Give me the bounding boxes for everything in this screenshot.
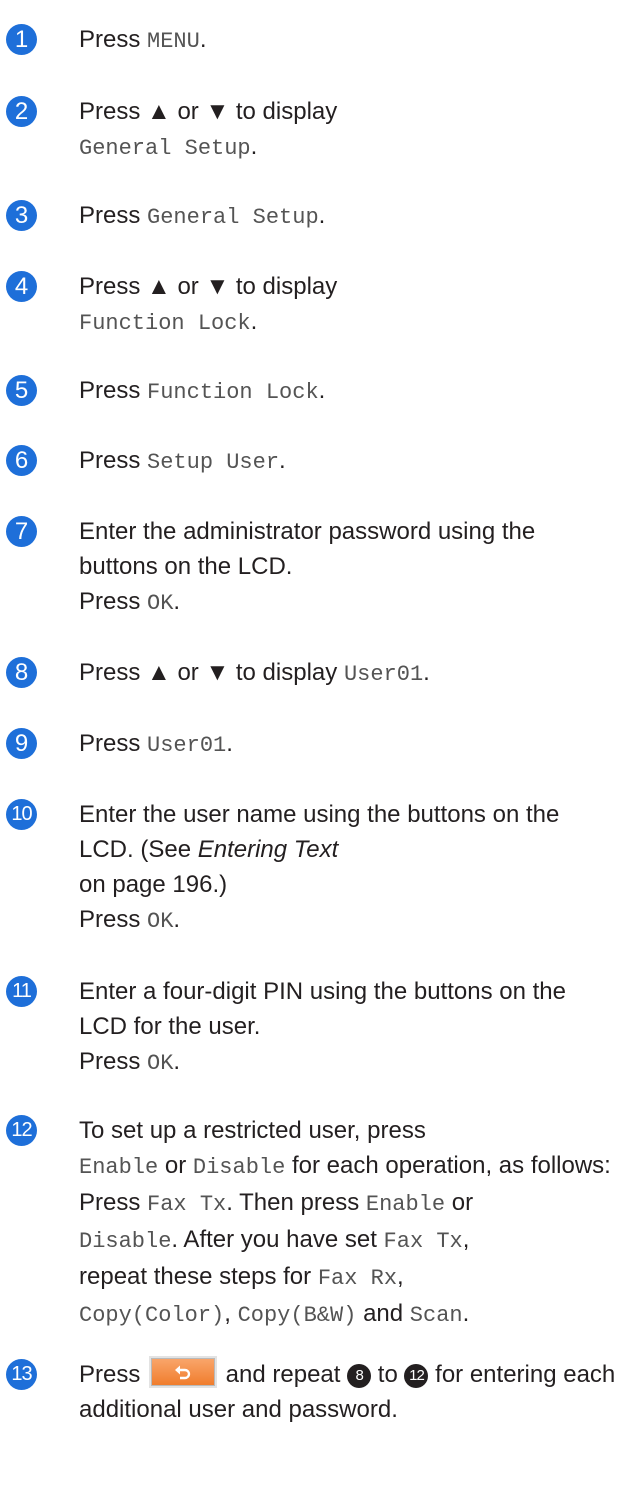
step-number-1: 1 <box>6 24 37 55</box>
step-text: Press Setup User. <box>79 447 286 475</box>
step-number-9: 9 <box>6 728 37 759</box>
step-number-5: 5 <box>6 375 37 406</box>
step-number-11: 11 <box>6 976 37 1007</box>
cross-reference-link[interactable]: Entering Text <box>198 836 339 863</box>
step-text: Press User01. <box>79 730 233 758</box>
step-number-6: 6 <box>6 445 37 476</box>
step-number-3: 3 <box>6 200 37 231</box>
step-number-8: 8 <box>6 657 37 688</box>
step-text: Enter a four-digit PIN using the buttons… <box>79 978 566 1076</box>
step-number-10: 10 <box>6 799 37 830</box>
step-number-13: 13 <box>6 1359 37 1390</box>
back-arrow-icon <box>175 1365 191 1380</box>
step-number-4: 4 <box>6 271 37 302</box>
step-text: Enter the user name using the buttons on… <box>79 801 560 934</box>
step-text: To set up a restricted user, press Enabl… <box>79 1117 611 1328</box>
step-text: Press ▲ or ▼ to display General Setup. <box>79 98 338 161</box>
step-number-7: 7 <box>6 516 37 547</box>
back-button[interactable] <box>151 1358 216 1386</box>
step-text: Enter the administrator password using t… <box>79 518 536 616</box>
step-text: Press General Setup. <box>79 202 326 230</box>
step-ref-8: 8 <box>347 1364 372 1388</box>
step-text: Press and repeat 8 to 12 for entering ea… <box>79 1357 619 1427</box>
step-number-2: 2 <box>6 96 37 127</box>
step-number-12: 12 <box>6 1115 37 1146</box>
step-text: Press ▲ or ▼ to display Function Lock. <box>79 273 338 336</box>
step-text: Press MENU. <box>79 26 207 54</box>
step-text: Press Function Lock. <box>79 377 326 405</box>
step-text: Press ▲ or ▼ to display User01. <box>79 659 430 687</box>
instruction-list: 1 Press MENU. 2 Press ▲ or ▼ to display … <box>0 0 621 1497</box>
step-ref-12: 12 <box>404 1364 429 1388</box>
